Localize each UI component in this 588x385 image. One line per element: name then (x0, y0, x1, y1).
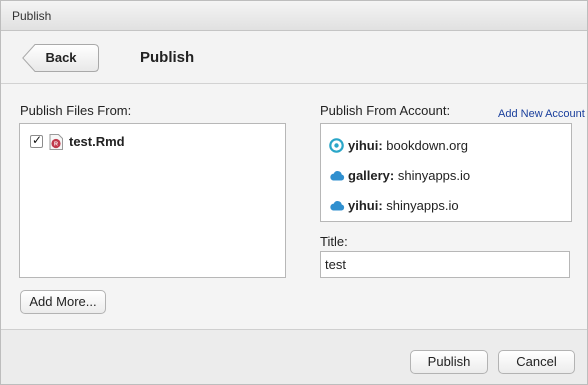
file-checkbox[interactable]: ✓ (30, 133, 43, 148)
account-server: bookdown.org (386, 138, 468, 153)
back-button[interactable]: Back (22, 44, 99, 72)
window-title: Publish (12, 9, 52, 23)
checkmark-icon: ✓ (32, 133, 43, 147)
title-input[interactable]: test (320, 251, 570, 278)
cloud-icon (330, 171, 345, 181)
accounts-label: Publish From Account: (320, 103, 451, 118)
publish-button[interactable]: Publish (410, 350, 488, 374)
add-new-account-link[interactable]: Add New Account (498, 108, 587, 120)
files-list: ✓ R test.Rmd (19, 123, 286, 278)
account-name: gallery: (348, 168, 395, 183)
dialog-footer: Publish Cancel (1, 330, 587, 384)
add-more-button[interactable]: Add More... (20, 290, 106, 314)
page-title: Publish (140, 49, 195, 66)
back-button-label: Back (45, 50, 77, 65)
publish-dialog: Publish Back Publish Publish Files From: (0, 0, 588, 385)
rstudio-connect-icon (329, 138, 344, 153)
cancel-button[interactable]: Cancel (498, 350, 575, 374)
account-server: shinyapps.io (397, 168, 471, 183)
file-name: test.Rmd (69, 134, 125, 149)
accounts-list: yihui: bookdown.org gallery: shinyapps.i… (320, 123, 572, 222)
title-bar: Publish (1, 1, 587, 31)
cloud-icon (330, 201, 345, 211)
dialog-header: Back Publish (1, 31, 587, 84)
account-name: yihui: (348, 198, 383, 213)
account-name: yihui: (348, 138, 383, 153)
account-server: shinyapps.io (386, 198, 459, 213)
svg-text:R: R (54, 142, 58, 148)
rmarkdown-file-icon: R (49, 134, 63, 150)
files-label: Publish Files From: (20, 103, 132, 118)
title-label: Title: (320, 234, 348, 249)
dialog-body: Publish Files From: ✓ R test.Rmd Add Mor… (1, 84, 587, 330)
